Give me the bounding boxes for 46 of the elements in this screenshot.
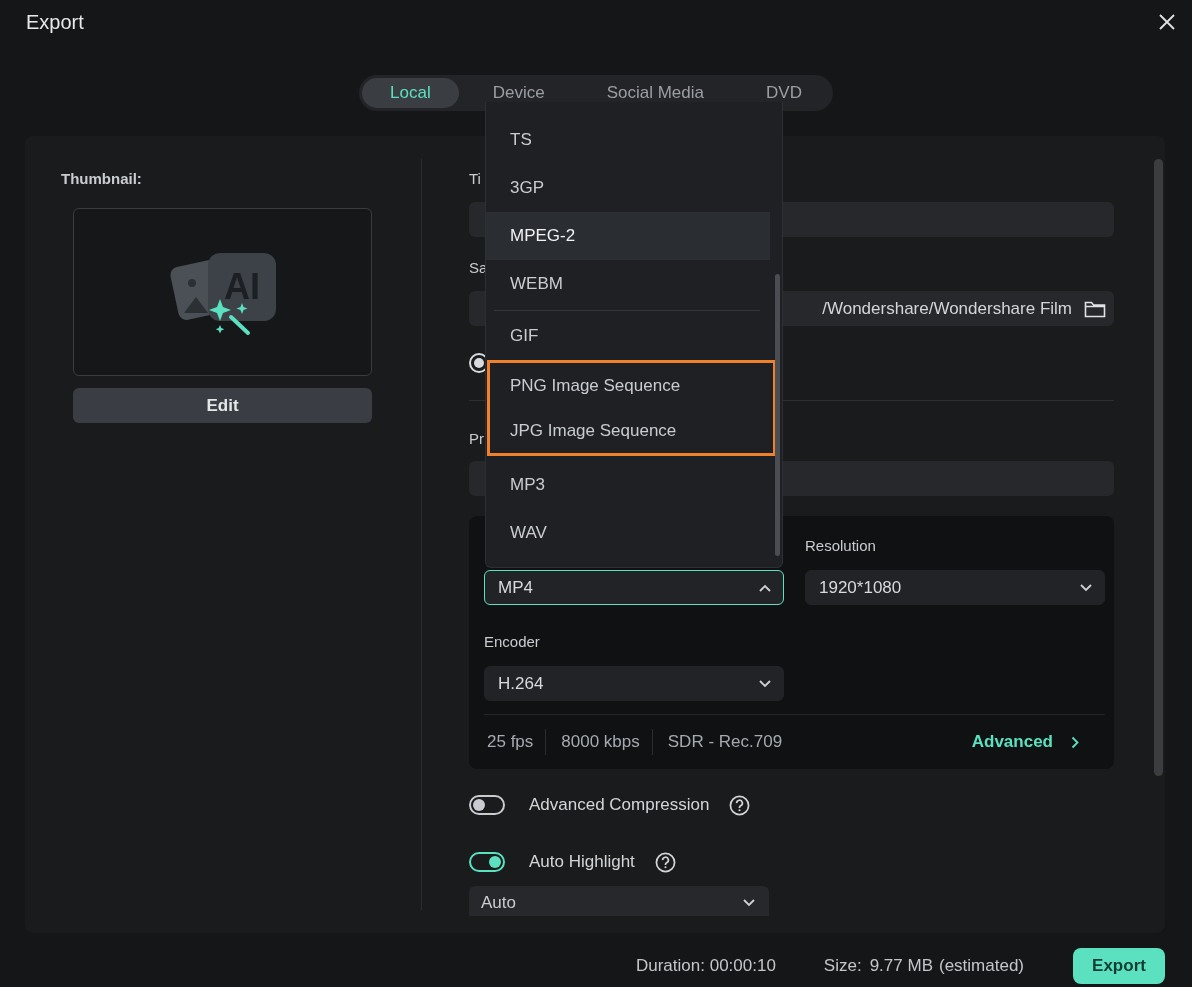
- preset-label: Pr: [469, 429, 484, 449]
- title-label: Ti: [469, 169, 481, 189]
- tab[interactable]: DVD: [738, 78, 830, 108]
- scrollbar[interactable]: [775, 274, 780, 556]
- format-option[interactable]: MP3: [486, 461, 770, 509]
- spec-text: SDR - Rec.709: [666, 731, 784, 753]
- help-icon[interactable]: [654, 851, 676, 873]
- resolution-label: Resolution: [805, 536, 876, 556]
- folder-icon[interactable]: [1084, 299, 1106, 318]
- chevron-icon: [759, 583, 771, 592]
- toggle-switch[interactable]: [469, 795, 505, 815]
- resolution-select[interactable]: 1920*1080: [805, 570, 1105, 605]
- toggle-label: Auto Highlight: [529, 852, 635, 872]
- advanced-link[interactable]: Advanced: [965, 731, 1085, 753]
- toggle-label: Advanced Compression: [529, 795, 710, 815]
- help-icon[interactable]: [729, 794, 751, 816]
- encoder-label: Encoder: [484, 632, 540, 652]
- spec-text: 8000 kbps: [558, 729, 653, 755]
- tab[interactable]: Device: [464, 78, 573, 108]
- size-value: 9.77 MB: [869, 956, 933, 976]
- chevron-icon: [759, 679, 771, 688]
- tab[interactable]: Social Media: [578, 78, 732, 108]
- close-button[interactable]: [1158, 13, 1176, 31]
- size-label: Size:: [823, 956, 862, 976]
- format-option[interactable]: TS: [486, 116, 770, 164]
- thumbnail-label: Thumbnail:: [61, 169, 142, 189]
- chevron-icon: [1071, 735, 1079, 749]
- format-option[interactable]: WAV: [486, 509, 770, 557]
- format-option[interactable]: JPG Image Sequence: [490, 408, 773, 453]
- toggle-switch[interactable]: [469, 852, 505, 872]
- duration-text: Duration: 00:00:10: [635, 956, 776, 976]
- encoder-select[interactable]: H.264: [484, 666, 784, 701]
- export-button[interactable]: Export: [1073, 948, 1165, 984]
- window-title: Export: [26, 10, 84, 34]
- format-option[interactable]: PNG Image Sequence: [490, 363, 773, 408]
- chevron-icon: [743, 899, 755, 907]
- format-option[interactable]: 3GP: [486, 164, 770, 212]
- spec-text: 25 fps: [484, 729, 547, 755]
- format-select[interactable]: MP4: [484, 570, 784, 605]
- scrollbar[interactable]: [1154, 159, 1163, 776]
- highlight-select[interactable]: Auto: [469, 886, 769, 916]
- size-note: (estimated): [938, 956, 1024, 976]
- format-option[interactable]: MPEG-2: [486, 212, 770, 260]
- chevron-icon: [1080, 583, 1092, 592]
- tab[interactable]: Local: [362, 78, 459, 108]
- edit-button[interactable]: Edit: [73, 388, 372, 423]
